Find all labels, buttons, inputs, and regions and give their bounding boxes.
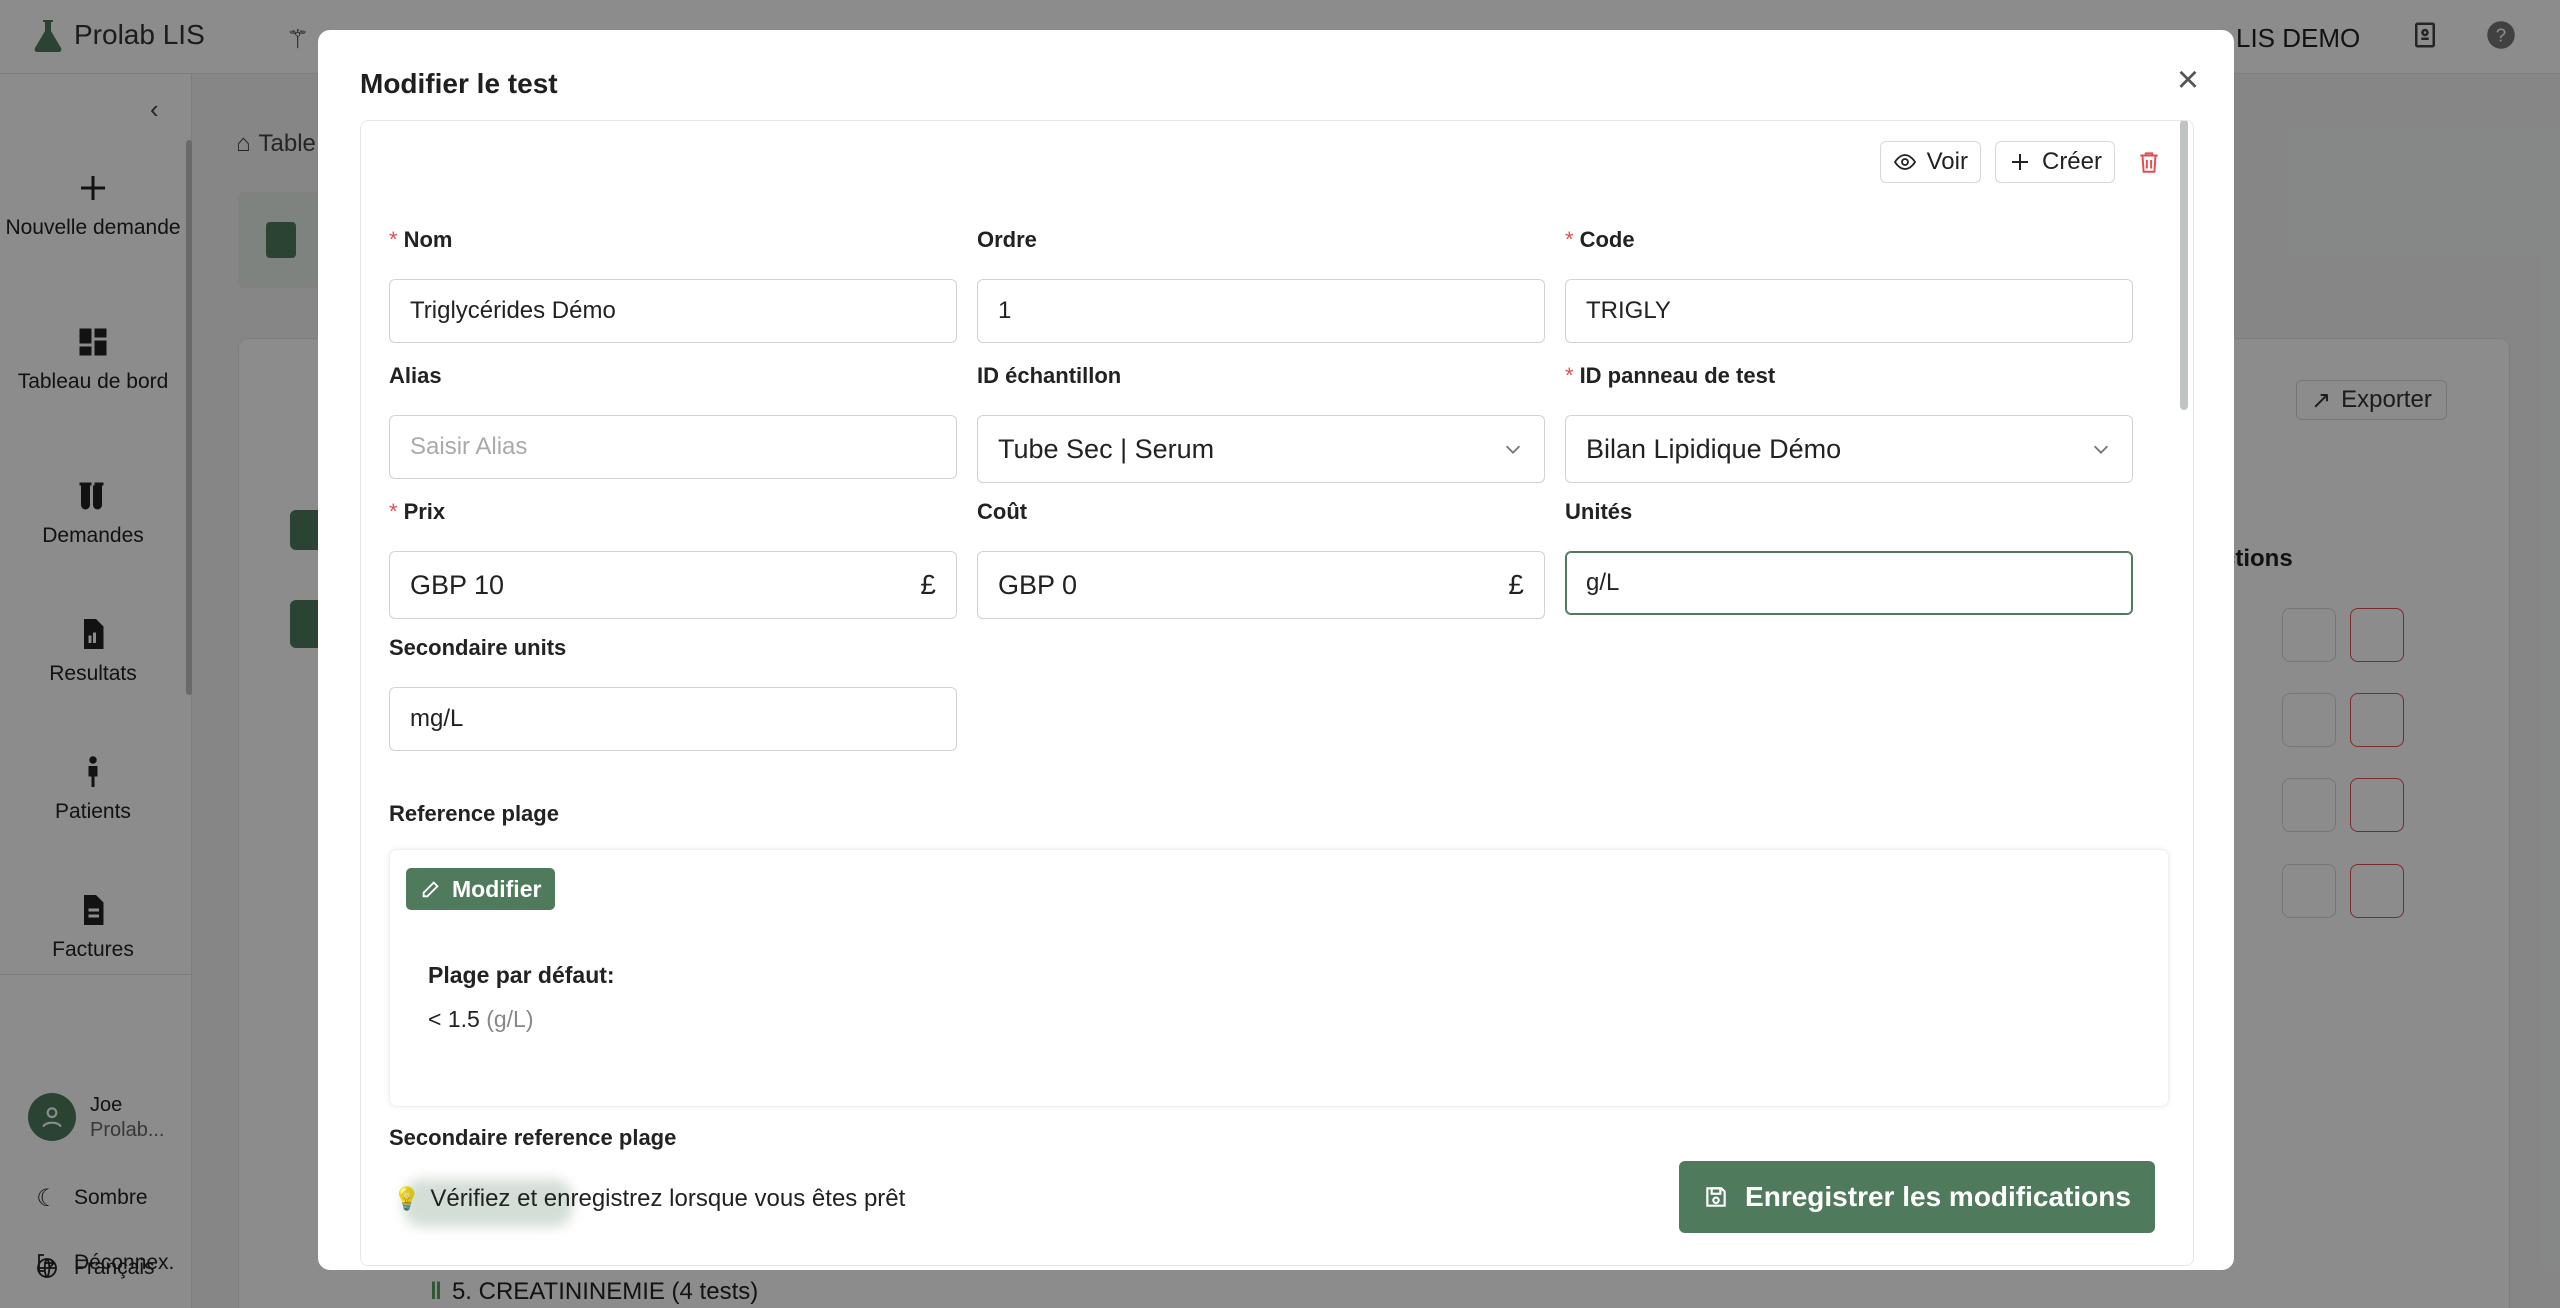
- chevron-down-icon: [1505, 445, 1521, 454]
- required-marker: *: [1565, 363, 1574, 388]
- trash-icon[interactable]: [2135, 148, 2163, 176]
- ordre-label: Ordre: [977, 225, 1545, 255]
- nom-value: Triglycérides Démo: [410, 297, 616, 324]
- modal-body: Voir Créer * Nom Triglycérides Démo Ordre…: [360, 120, 2194, 1266]
- field-label-text: Secondaire units: [389, 635, 567, 660]
- code-field: * Code TRIGLY: [1565, 225, 2133, 343]
- range-value-text: < 1.5: [428, 1006, 480, 1032]
- panel-id-select[interactable]: Bilan Lipidique Démo: [1565, 415, 2133, 483]
- currency-suffix: £: [1508, 569, 1524, 600]
- eye-icon: [1893, 150, 1917, 174]
- modal-toolbar: Voir Créer: [1879, 141, 2163, 183]
- required-marker: *: [1565, 227, 1574, 252]
- range-unit: (g/L): [486, 1006, 534, 1032]
- alias-input[interactable]: Saisir Alias: [389, 415, 957, 479]
- secondary-units-input[interactable]: mg/L: [389, 687, 957, 751]
- cout-label: Coût: [977, 497, 1545, 527]
- code-label: * Code: [1565, 225, 2133, 255]
- reference-range-box: Modifier Plage par défaut: < 1.5 (g/L): [389, 849, 2169, 1107]
- code-input[interactable]: TRIGLY: [1565, 279, 2133, 343]
- save-hint: 💡 Vérifiez et enregistrez lorsque vous ê…: [393, 1179, 906, 1227]
- unites-value: g/L: [1586, 569, 1620, 596]
- unites-input[interactable]: g/L: [1565, 551, 2133, 615]
- save-changes-button[interactable]: Enregistrer les modifications: [1679, 1161, 2155, 1233]
- create-label: Créer: [2041, 148, 2102, 175]
- default-range-title: Plage par défaut:: [428, 962, 615, 988]
- ordre-input[interactable]: 1: [977, 279, 1545, 343]
- view-label: Voir: [1926, 148, 1968, 175]
- nom-input[interactable]: Triglycérides Démo: [389, 279, 957, 343]
- panel-id-field: * ID panneau de test Bilan Lipidique Démo: [1565, 361, 2133, 483]
- field-label-text: ID échantillon: [977, 363, 1122, 388]
- alias-label: Alias: [389, 361, 957, 391]
- secondary-reference-range-label: Secondaire reference plage: [389, 1125, 677, 1150]
- nom-field: * Nom Triglycérides Démo: [389, 225, 957, 343]
- field-label-text: Unités: [1565, 499, 1633, 524]
- panel-id-value: Bilan Lipidique Démo: [1586, 433, 1842, 464]
- currency-suffix: £: [920, 569, 936, 600]
- alias-field: Alias Saisir Alias: [389, 361, 957, 479]
- nom-label: * Nom: [389, 225, 957, 255]
- edit-icon: [422, 881, 439, 898]
- field-label-text: Alias: [389, 363, 442, 388]
- modify-label: Modifier: [452, 875, 542, 902]
- save-icon: [1706, 1187, 1726, 1207]
- hint-text: Vérifiez et enregistrez lorsque vous ête…: [430, 1185, 906, 1212]
- modal-title: Modifier le test: [360, 68, 558, 99]
- panel-id-label: * ID panneau de test: [1565, 361, 2133, 391]
- prix-field: * Prix GBP 10 £: [389, 497, 957, 619]
- ordre-field: Ordre 1: [977, 225, 1545, 343]
- prix-input[interactable]: GBP 10 £: [389, 551, 957, 619]
- prix-value: GBP 10: [410, 569, 505, 600]
- default-range-value: < 1.5 (g/L): [428, 1006, 533, 1033]
- save-label: Enregistrer les modifications: [1745, 1181, 2131, 1212]
- sample-id-value: Tube Sec | Serum: [998, 433, 1215, 464]
- required-marker: *: [389, 227, 398, 252]
- field-label-text: Code: [1579, 227, 1635, 252]
- code-value: TRIGLY: [1586, 297, 1671, 324]
- secondary-units-field: Secondaire units mg/L: [389, 633, 957, 751]
- plus-icon: [2008, 150, 2032, 174]
- sample-id-label: ID échantillon: [977, 361, 1545, 391]
- unites-label: Unités: [1565, 497, 2133, 527]
- field-label-text: Nom: [403, 227, 453, 252]
- chevron-down-icon: [2093, 445, 2109, 454]
- reference-range-label: Reference plage: [389, 801, 559, 826]
- required-marker: *: [389, 499, 398, 524]
- field-label-text: Coût: [977, 499, 1028, 524]
- prix-label: * Prix: [389, 497, 957, 527]
- modify-range-button[interactable]: Modifier: [406, 868, 556, 910]
- field-label-text: Ordre: [977, 227, 1037, 252]
- modal-footer: 💡 Vérifiez et enregistrez lorsque vous ê…: [389, 1161, 2169, 1251]
- sample-id-field: ID échantillon Tube Sec | Serum: [977, 361, 1545, 483]
- field-label-text: Prix: [403, 499, 446, 524]
- alias-placeholder: Saisir Alias: [410, 433, 528, 460]
- unites-field: Unités g/L: [1565, 497, 2133, 615]
- field-label-text: ID panneau de test: [1579, 363, 1776, 388]
- close-icon[interactable]: ×: [2168, 60, 2208, 100]
- view-button[interactable]: Voir: [1879, 141, 1981, 183]
- edit-test-modal: Modifier le test × Voir Créer * Nom Trig…: [318, 30, 2234, 1270]
- ordre-value: 1: [998, 297, 1012, 324]
- cout-field: Coût GBP 0 £: [977, 497, 1545, 619]
- secondary-units-value: mg/L: [410, 705, 464, 732]
- cout-value: GBP 0: [998, 569, 1078, 600]
- cout-input[interactable]: GBP 0 £: [977, 551, 1545, 619]
- create-button[interactable]: Créer: [1994, 141, 2115, 183]
- sample-id-select[interactable]: Tube Sec | Serum: [977, 415, 1545, 483]
- secondary-units-label: Secondaire units: [389, 633, 957, 663]
